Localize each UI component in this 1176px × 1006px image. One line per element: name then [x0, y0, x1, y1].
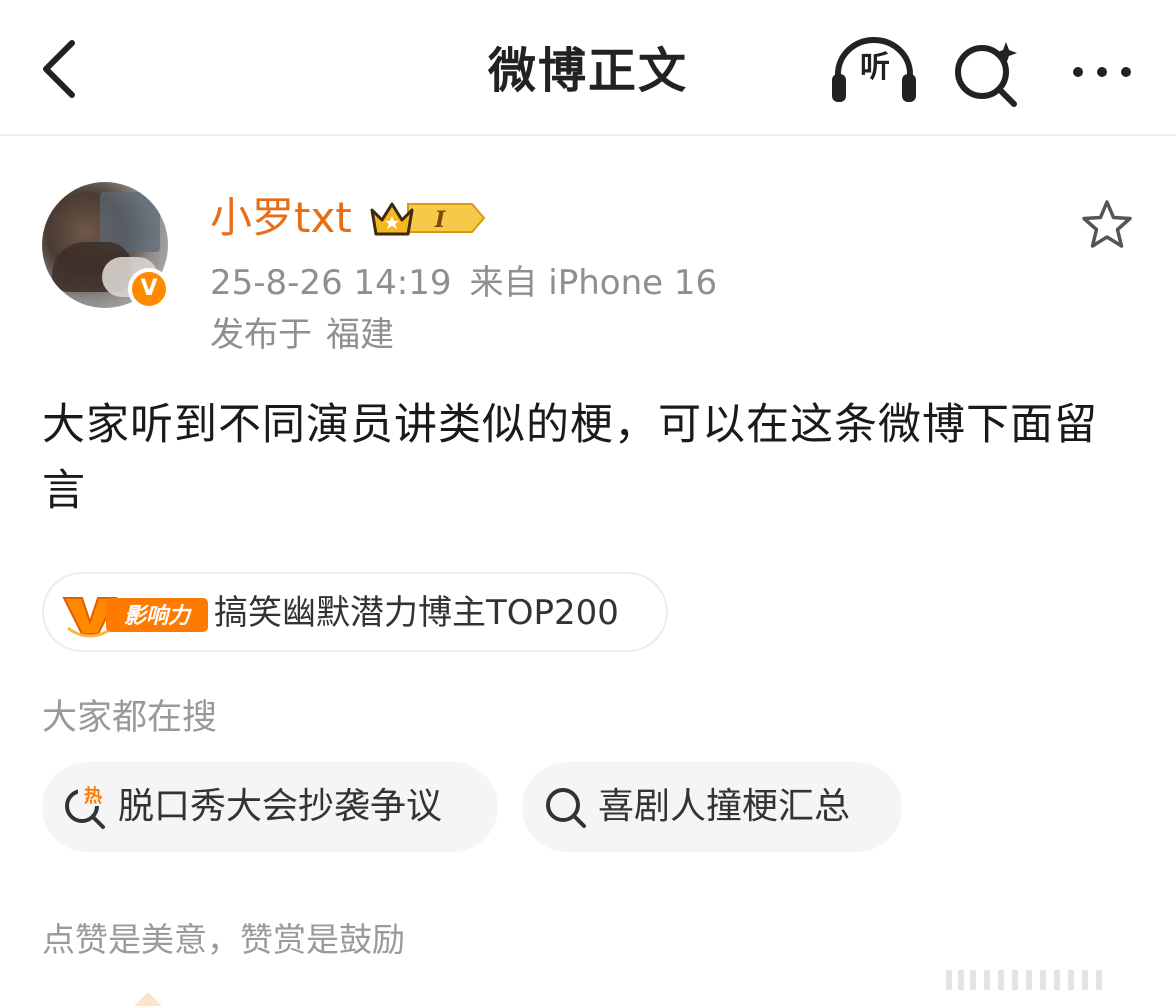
- post-content: 大家听到不同演员讲类似的梗，可以在这条微博下面留言: [42, 400, 1098, 516]
- more-options-button[interactable]: [1060, 36, 1144, 108]
- trending-search-label: 脱口秀大会抄袭争议: [118, 786, 443, 827]
- location-name: 福建: [326, 315, 394, 355]
- trending-search-chip[interactable]: 喜剧人撞梗汇总: [522, 762, 902, 852]
- location-prefix: 发布于: [210, 315, 312, 355]
- username[interactable]: 小罗txt: [210, 190, 352, 246]
- reward-note: 点赞是美意，赞赏是鼓励: [42, 920, 405, 959]
- post-meta-time: 25-8-26 14:19 来自 iPhone 16: [210, 260, 717, 306]
- influence-tag[interactable]: 影响力 搞笑幽默潜力博主TOP200: [42, 572, 668, 652]
- influence-v-badge-icon: 影响力: [62, 597, 208, 638]
- crown-icon: I: [370, 202, 486, 236]
- verified-badge: V: [128, 268, 170, 310]
- more-dot-icon: [1097, 67, 1107, 77]
- more-dot-icon: [1121, 67, 1131, 77]
- search-icon: [546, 788, 586, 828]
- favorite-button[interactable]: [1080, 198, 1134, 252]
- search-sparkle-icon: [955, 42, 1017, 107]
- trending-search-label: 喜剧人撞梗汇总: [598, 786, 851, 827]
- member-crown-badge[interactable]: I: [368, 196, 486, 240]
- member-level-label: I: [434, 207, 446, 233]
- listen-button[interactable]: 听: [828, 34, 920, 106]
- post-meta-location: 发布于 福建: [210, 312, 394, 358]
- trending-search-chip[interactable]: 热 脱口秀大会抄袭争议: [42, 762, 498, 852]
- post-source: 来自 iPhone 16: [469, 263, 718, 303]
- search-button[interactable]: [950, 36, 1022, 108]
- hot-search-icon: 热: [65, 784, 108, 829]
- reward-pointer-icon: [134, 992, 162, 1006]
- watermark-logo: [946, 970, 1102, 990]
- influence-label: 搞笑幽默潜力博主TOP200: [214, 593, 619, 633]
- weibo-post-page: 微博正文 听 V 小罗txt I 25-8-26 14:19 来自 iPhone…: [0, 0, 1176, 1006]
- trending-search-title: 大家都在搜: [42, 698, 218, 738]
- more-dot-icon: [1073, 67, 1083, 77]
- top-nav-bar: 微博正文 听: [0, 0, 1176, 136]
- influence-badge-label: 影响力: [124, 604, 192, 629]
- post-time: 25-8-26 14:19: [210, 263, 452, 303]
- star-icon: [1082, 200, 1132, 248]
- listen-label: 听: [860, 50, 890, 85]
- hot-badge-label: 热: [84, 785, 102, 807]
